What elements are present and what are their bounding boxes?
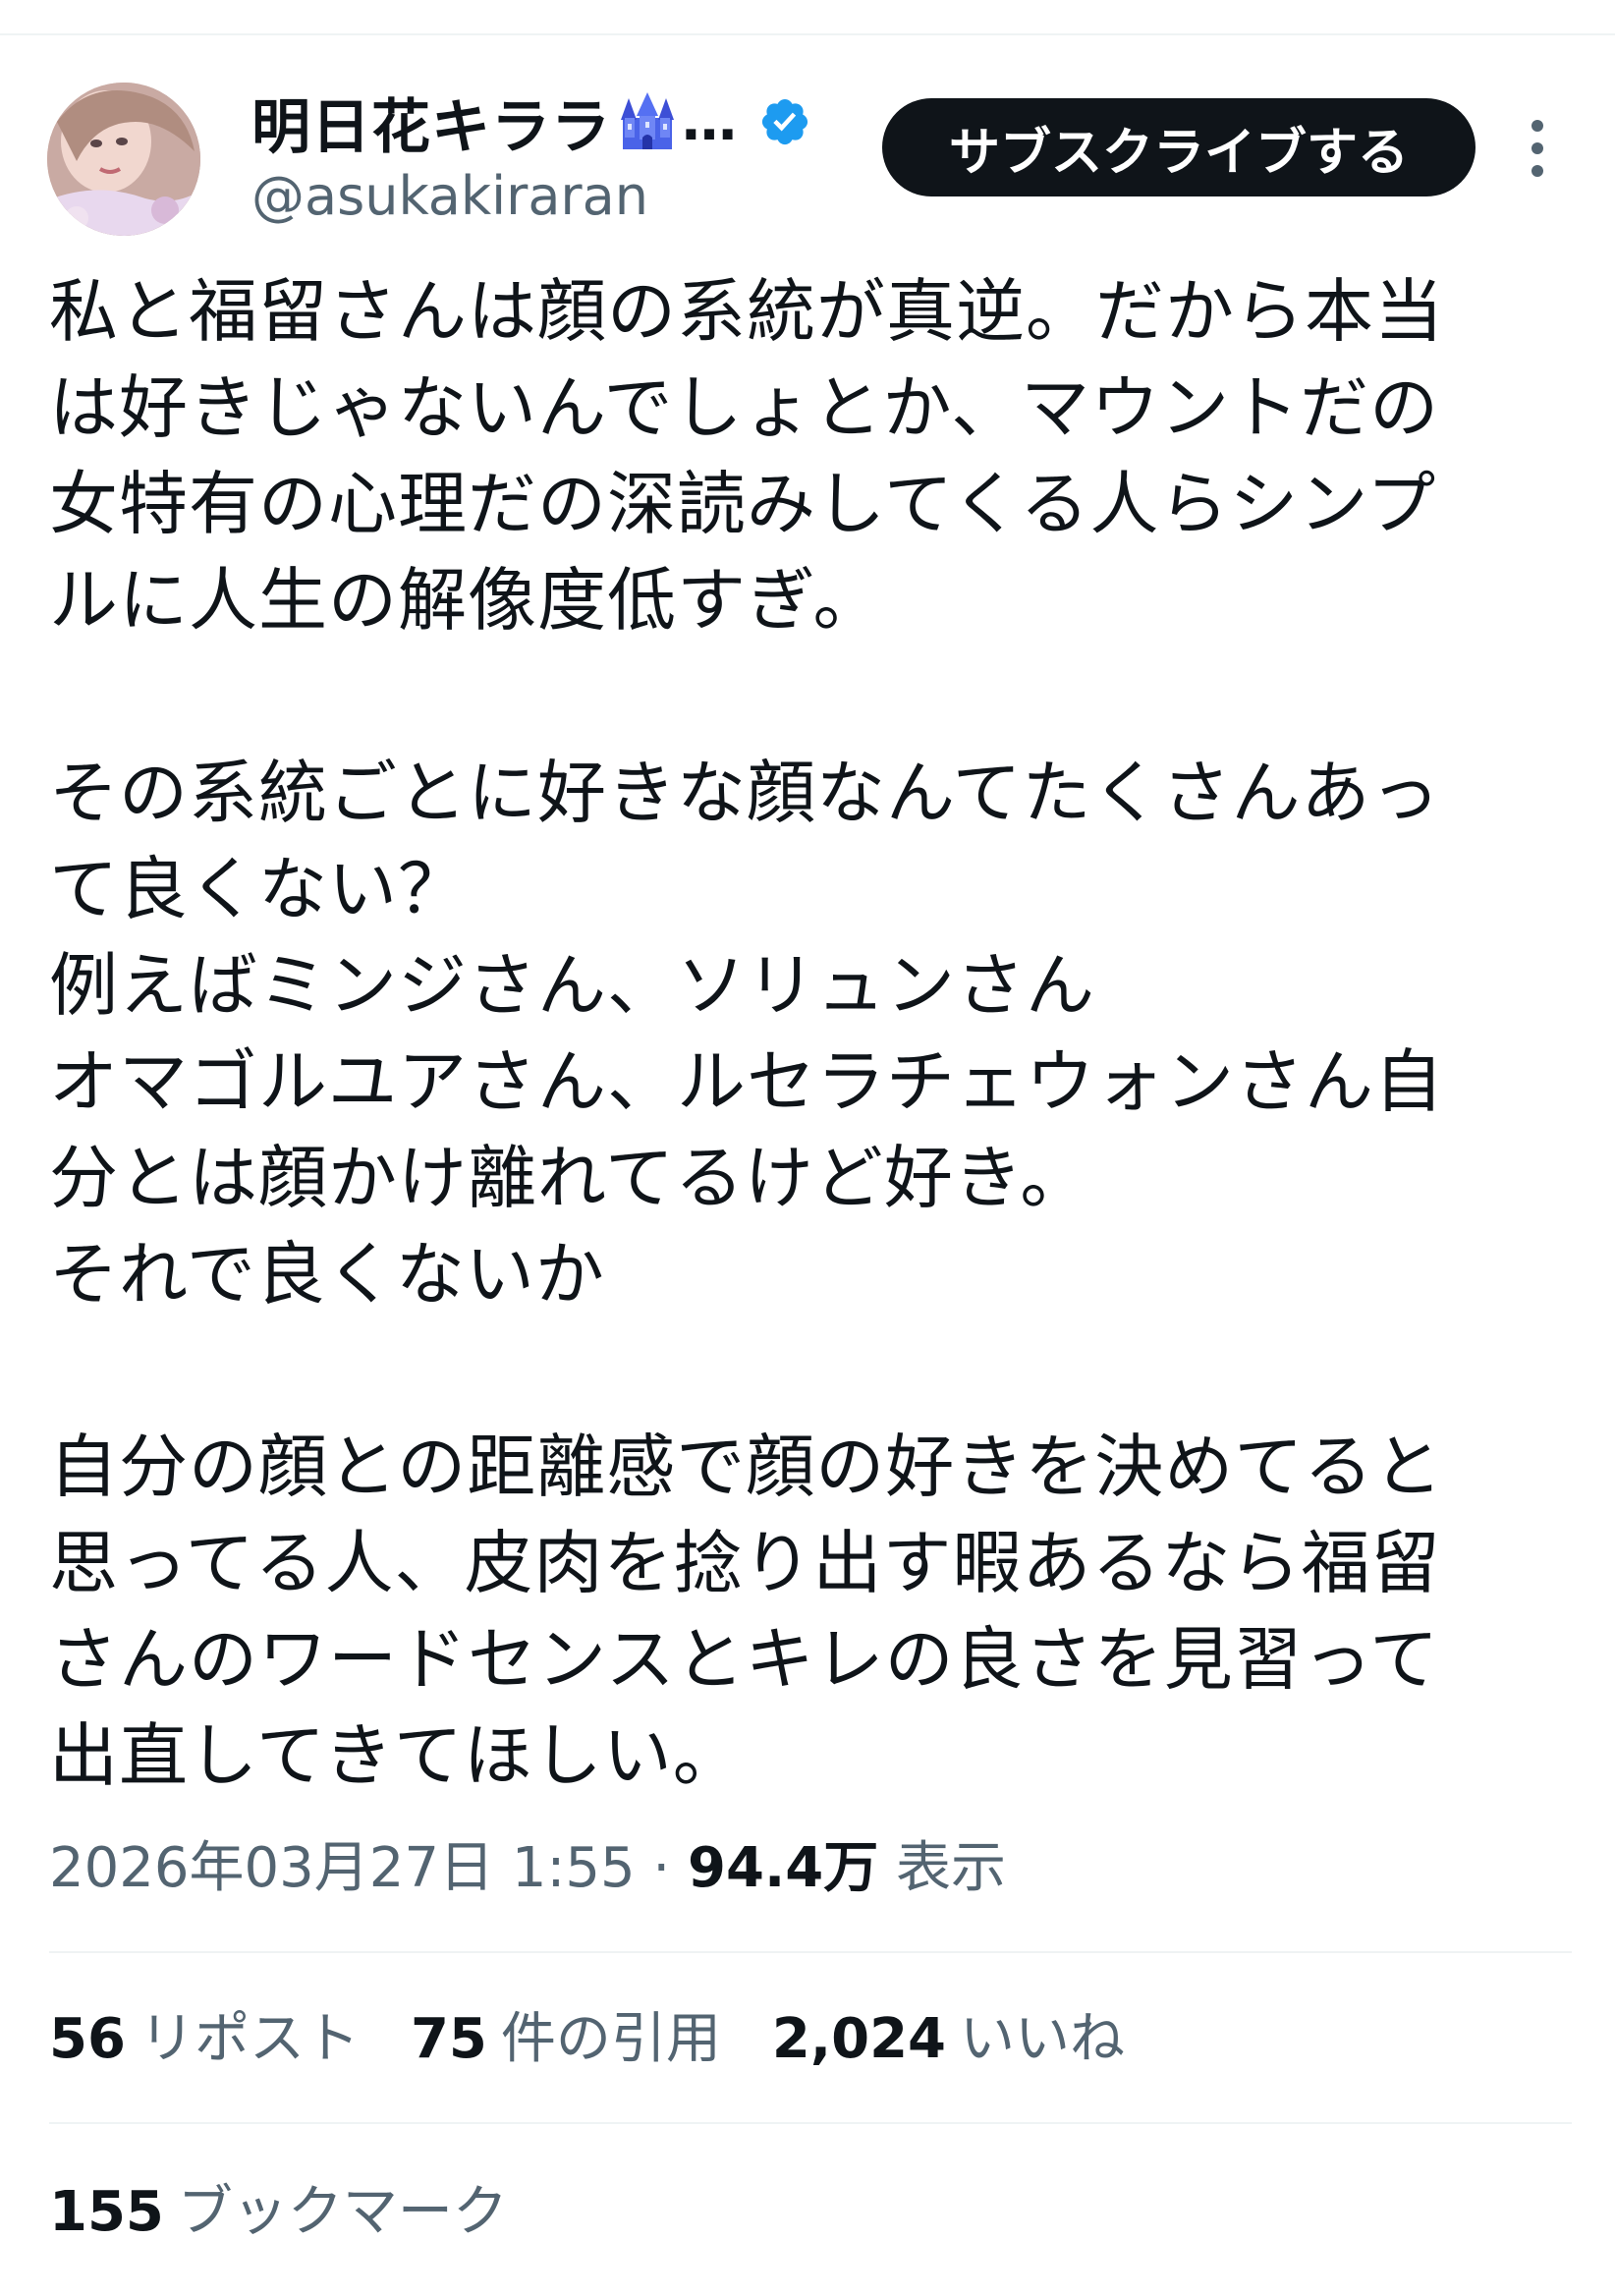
likes-count: 2,024 — [771, 2007, 947, 2071]
display-name[interactable]: 明日花キララ — [251, 80, 611, 165]
display-name-ellipsis: … — [682, 89, 737, 153]
engagement-stats: 56 リポスト 75 件の引用 2,024 いいね — [49, 2000, 1176, 2079]
avatar[interactable] — [47, 83, 200, 236]
top-divider — [0, 33, 1615, 35]
tweet-timestamp[interactable]: 2026年03月27日 1:55 — [49, 1836, 636, 1900]
tweet-header: 明日花キララ … @asukakiraran サブスクライブする — [0, 69, 1615, 246]
views-count: 94.4万 — [688, 1836, 879, 1900]
likes-stat[interactable]: 2,024 いいね — [772, 2000, 1125, 2079]
subscribe-button[interactable]: サブスクライブする — [882, 98, 1476, 196]
tweet-paragraph: 私と福留さんは顔の系統が真逆。だから本当 は好きじゃないんでしょとか、マウントだ… — [49, 271, 1444, 641]
reposts-label: リポスト — [139, 2007, 360, 2071]
reposts-stat[interactable]: 56 リポスト — [49, 2000, 360, 2079]
quotes-count: 75 — [410, 2007, 487, 2071]
more-vertical-icon[interactable] — [1513, 112, 1562, 185]
bookmarks-stat[interactable]: 155 ブックマーク — [49, 2173, 508, 2252]
bookmarks-label: ブックマーク — [177, 2180, 508, 2244]
reposts-count: 56 — [49, 2007, 126, 2071]
verified-icon — [758, 95, 811, 148]
divider — [49, 1951, 1572, 1953]
views-label: 表示 — [896, 1836, 1007, 1900]
display-name-row[interactable]: 明日花キララ … — [251, 86, 811, 162]
divider — [49, 2122, 1572, 2124]
tweet-meta: 2026年03月27日 1:55 · 94.4万 表示 — [49, 1829, 1006, 1908]
avatar-image — [47, 83, 200, 236]
tweet-paragraph: その系統ごとに好きな顔なんてたくさんあっ て良くない？ 例えばミンジさん、ソリュ… — [49, 753, 1444, 1315]
bookmarks-count: 155 — [49, 2180, 164, 2244]
tweet-text: 私と福留さんは顔の系統が真逆。だから本当 は好きじゃないんでしょとか、マウントだ… — [49, 263, 1572, 1804]
quotes-stat[interactable]: 75 件の引用 — [411, 2000, 721, 2079]
user-handle[interactable]: @asukakiraran — [251, 165, 648, 227]
castle-icon — [617, 92, 678, 151]
quotes-label: 件の引用 — [500, 2007, 721, 2071]
likes-label: いいね — [960, 2007, 1126, 2071]
tweet-paragraph: 自分の顔との距離感で顔の好きを決めてると 思ってる人、皮肉を捻り出す暇あるなら福… — [49, 1427, 1444, 1796]
meta-separator: · — [652, 1836, 671, 1900]
